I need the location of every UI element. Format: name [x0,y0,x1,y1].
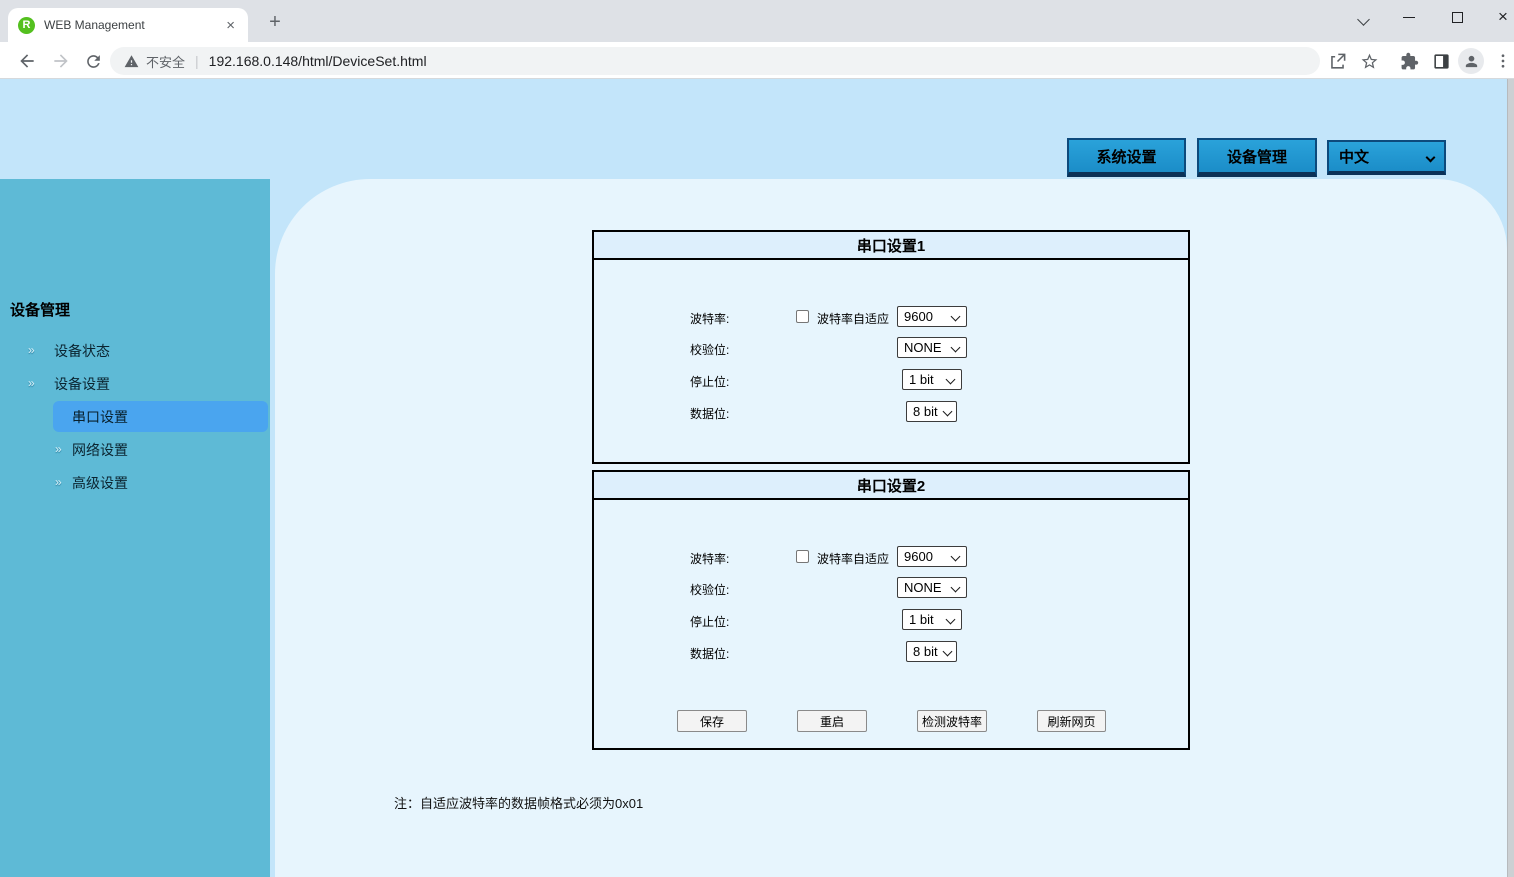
detect-baud-rate-button[interactable]: 检测波特率 [917,710,987,732]
sidebar-item-device-settings[interactable]: 设备设置 [54,374,110,394]
back-arrow-icon [17,51,37,71]
sidebar-item-network-settings[interactable]: 网络设置 [72,440,128,460]
share-button[interactable] [1324,48,1350,74]
baud-rate-select[interactable]: 9600 [897,306,967,327]
side-panel-icon [1432,52,1451,71]
data-bit-row: 数据位: 8 bit [594,641,1188,663]
baud-auto-label: 波特率自适应 [817,310,889,327]
device-management-button[interactable]: 设备管理 [1197,138,1317,177]
sidebar-item-device-status[interactable]: 设备状态 [54,341,110,361]
baud-auto-checkbox[interactable] [796,310,809,323]
baud-auto-label: 波特率自适应 [817,550,889,567]
panel-title: 串口设置2 [594,472,1188,500]
url-text[interactable]: 192.168.0.148/html/DeviceSet.html [209,53,427,69]
data-bit-label: 数据位: [690,405,729,422]
language-select[interactable]: 中文 [1327,140,1446,175]
parity-select[interactable]: NONE [897,577,967,598]
browser-navbar: 不安全 | 192.168.0.148/html/DeviceSet.html [0,42,1514,79]
restart-button[interactable]: 重启 [797,710,867,732]
data-bit-select[interactable]: 8 bit [906,401,957,422]
arrow-bullet-icon: » [55,475,62,489]
data-bit-row: 数据位: 8 bit [594,401,1188,423]
arrow-bullet-icon: » [28,376,35,390]
not-secure-warning-icon [124,54,139,69]
window-maximize-button[interactable] [1440,4,1474,30]
share-icon [1328,52,1347,71]
window-minimize-button[interactable] [1392,4,1426,30]
refresh-page-button[interactable]: 刷新网页 [1037,710,1106,732]
window-close-button[interactable]: × [1486,4,1514,30]
baud-rate-select[interactable]: 9600 [897,546,967,567]
tab-title: WEB Management [44,18,223,32]
chevron-down-icon [1426,153,1436,163]
new-tab-button[interactable]: + [262,9,288,35]
browser-tab[interactable]: R WEB Management × [8,8,248,42]
footnote: 注：自适应波特率的数据帧格式必须为0x01 [394,793,643,812]
chevron-down-icon [1357,13,1370,26]
save-button[interactable]: 保存 [677,710,747,732]
back-button[interactable] [14,48,40,74]
language-selected-value: 中文 [1339,146,1369,167]
serial-settings-panel-2: 串口设置2 波特率: 波特率自适应 9600 校验位: NONE 停止位: 1 … [592,470,1190,750]
system-settings-button[interactable]: 系统设置 [1067,138,1186,177]
baud-auto-checkbox[interactable] [796,550,809,563]
stop-bit-row: 停止位: 1 bit [594,609,1188,631]
baud-rate-label: 波特率: [690,550,729,567]
maximize-icon [1452,12,1463,23]
extensions-button[interactable] [1396,48,1422,74]
baud-rate-row: 波特率: 波特率自适应 9600 [594,546,1188,568]
data-bit-label: 数据位: [690,645,729,662]
browser-titlebar: R WEB Management × + × [0,0,1514,42]
bookmark-button[interactable] [1356,48,1382,74]
parity-row: 校验位: NONE [594,337,1188,359]
actions-row: 保存 重启 检测波特率 刷新网页 [594,710,1188,732]
browser-menu-button[interactable] [1490,48,1514,74]
arrow-bullet-icon: » [28,343,35,357]
puzzle-icon [1400,52,1419,71]
page-content: 系统设置 设备管理 中文 设备管理 » 设备状态 » 设备设置 串口设置 » 网… [0,79,1514,877]
sidebar-item-advanced-settings[interactable]: 高级设置 [72,473,128,493]
forward-button[interactable] [48,48,74,74]
parity-row: 校验位: NONE [594,577,1188,599]
site-favicon-icon: R [18,17,35,34]
sidebar: 设备管理 » 设备状态 » 设备设置 串口设置 » 网络设置 » 高级设置 [0,179,270,877]
panel-title: 串口设置1 [594,232,1188,260]
tab-search-chevron-icon[interactable] [1352,10,1374,32]
stop-bit-label: 停止位: [690,613,729,630]
reload-button[interactable] [80,48,106,74]
arrow-bullet-icon: » [55,442,62,456]
parity-label: 校验位: [690,581,729,598]
parity-select[interactable]: NONE [897,337,967,358]
star-icon [1360,52,1379,71]
baud-rate-label: 波特率: [690,310,729,327]
baud-rate-row: 波特率: 波特率自适应 9600 [594,306,1188,328]
tab-close-icon[interactable]: × [223,18,238,33]
page-scrollbar[interactable] [1507,79,1514,877]
stop-bit-select[interactable]: 1 bit [902,369,962,390]
sidebar-item-serial-settings[interactable]: 串口设置 [53,401,268,432]
kebab-menu-icon [1494,52,1512,70]
url-divider: | [195,53,199,69]
stop-bit-row: 停止位: 1 bit [594,369,1188,391]
data-bit-select[interactable]: 8 bit [906,641,957,662]
forward-arrow-icon [51,51,71,71]
minimize-icon [1403,17,1415,18]
profile-button[interactable] [1458,48,1484,74]
stop-bit-label: 停止位: [690,373,729,390]
side-panel-button[interactable] [1428,48,1454,74]
serial-settings-panel-1: 串口设置1 波特率: 波特率自适应 9600 校验位: NONE 停止位: 1 … [592,230,1190,464]
security-label[interactable]: 不安全 [146,52,185,71]
avatar [1458,48,1484,74]
parity-label: 校验位: [690,341,729,358]
address-bar[interactable]: 不安全 | 192.168.0.148/html/DeviceSet.html [110,47,1320,75]
sidebar-title: 设备管理 [10,299,70,320]
stop-bit-select[interactable]: 1 bit [902,609,962,630]
reload-icon [84,52,103,71]
